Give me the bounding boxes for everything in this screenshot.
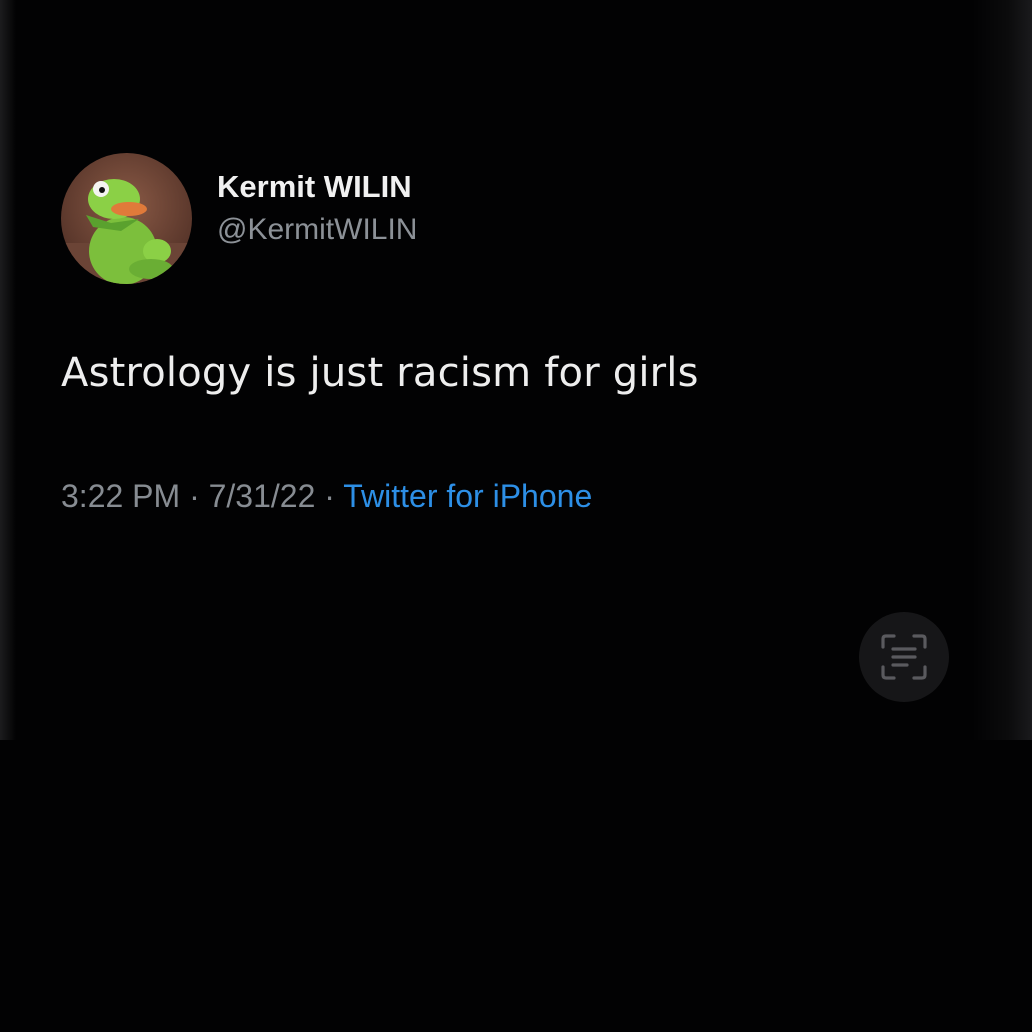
left-edge-shadow — [0, 0, 16, 740]
tweet-source-link[interactable]: Twitter for iPhone — [343, 478, 592, 514]
author-names: Kermit WILIN @KermitWILIN — [217, 168, 417, 250]
tweet-card: Kermit WILIN @KermitWILIN Astrology is j… — [61, 153, 961, 516]
tweet-header: Kermit WILIN @KermitWILIN — [61, 153, 961, 284]
author-handle[interactable]: @KermitWILIN — [217, 210, 417, 250]
kermit-avatar-icon[interactable] — [61, 153, 192, 284]
tweet-meta: 3:22 PM · 7/31/22 · Twitter for iPhone — [61, 476, 961, 516]
tweet-text: Astrology is just racism for girls — [61, 350, 699, 396]
meta-separator: · — [324, 478, 335, 514]
meta-separator: · — [189, 478, 200, 514]
screen: Kermit WILIN @KermitWILIN Astrology is j… — [0, 0, 1032, 1032]
live-text-scan-icon — [881, 634, 927, 680]
right-edge-shadow — [972, 0, 1032, 740]
author-display-name[interactable]: Kermit WILIN — [217, 168, 417, 206]
live-text-scan-button[interactable] — [859, 612, 949, 702]
tweet-date[interactable]: 7/31/22 — [209, 478, 316, 514]
tweet-time[interactable]: 3:22 PM — [61, 478, 180, 514]
